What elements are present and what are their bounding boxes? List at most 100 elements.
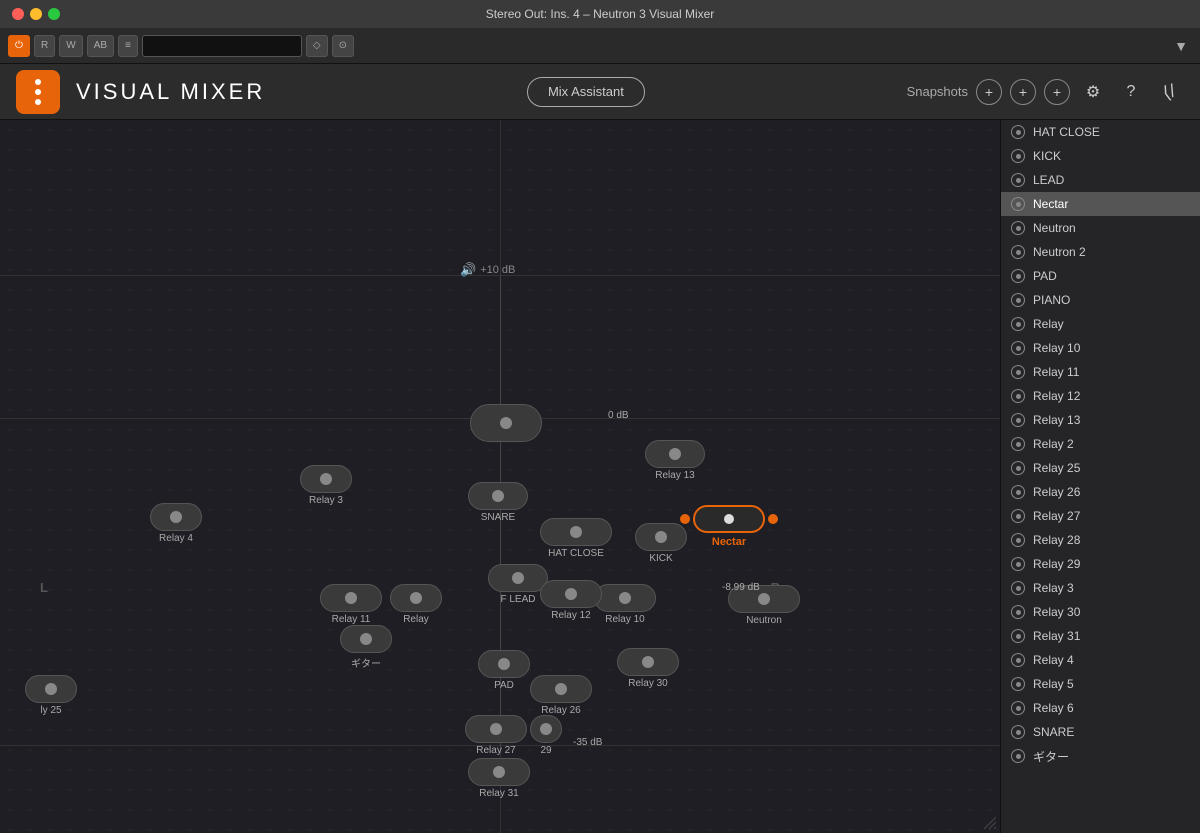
channel-pill-relay3[interactable] (300, 465, 352, 493)
channel-snare[interactable]: SNARE (468, 482, 528, 523)
channel-list-item-relay3-item[interactable]: Relay 3 (1001, 576, 1200, 600)
channel-pill-relay11[interactable] (320, 584, 382, 612)
channel-label-snare: SNARE (481, 512, 515, 523)
channel-relay[interactable]: Relay (390, 584, 442, 625)
channel-list-item-relay29-item[interactable]: Relay 29 (1001, 552, 1200, 576)
channel-relay31[interactable]: Relay 31 (468, 758, 530, 799)
channel-relay12[interactable]: Relay 12 (540, 580, 602, 621)
channel-pill-relay26[interactable] (530, 675, 592, 703)
channel-list-item-piano-item[interactable]: PIANO (1001, 288, 1200, 312)
channel-list-item-guitar-item[interactable]: ギター (1001, 744, 1200, 768)
channel-list-item-relay-item[interactable]: Relay (1001, 312, 1200, 336)
channel-relay11[interactable]: Relay 11 (320, 584, 382, 625)
channel-list-item-neutron2-item[interactable]: Neutron 2 (1001, 240, 1200, 264)
rw-btn[interactable]: W (59, 35, 82, 57)
channel-list-item-neutron-item[interactable]: Neutron (1001, 216, 1200, 240)
channel-dot-relay25 (45, 683, 57, 695)
record-btn[interactable]: R (34, 35, 55, 57)
nectar-pill[interactable] (693, 505, 765, 533)
channel-list-item-hat-close-item[interactable]: HAT CLOSE (1001, 120, 1200, 144)
expand-btn[interactable]: ▼ (1170, 35, 1192, 57)
settings-btn[interactable]: ⚙ (1078, 77, 1108, 107)
channel-relay27[interactable]: Relay 27 (465, 715, 527, 756)
channel-list-item-relay6-item[interactable]: Relay 6 (1001, 696, 1200, 720)
channel-list-item-relay4-item[interactable]: Relay 4 (1001, 648, 1200, 672)
channel-f-lead[interactable]: F LEAD (488, 564, 548, 605)
channel-pill-relay4[interactable] (150, 503, 202, 531)
channel-pill-hat-close[interactable] (540, 518, 612, 546)
tuner-btn[interactable]: ⟨/ (1150, 72, 1188, 110)
channel-relay4[interactable]: Relay 4 (150, 503, 202, 544)
channel-list-item-relay12-item[interactable]: Relay 12 (1001, 384, 1200, 408)
channel-pill-relay31[interactable] (468, 758, 530, 786)
mix-assistant-button[interactable]: Mix Assistant (527, 77, 645, 107)
channel-list-item-relay27-item[interactable]: Relay 27 (1001, 504, 1200, 528)
channel-relay3[interactable]: Relay 3 (300, 465, 352, 506)
ab-btn[interactable]: AB (87, 35, 114, 57)
channel-list-item-relay26-item[interactable]: Relay 26 (1001, 480, 1200, 504)
channel-pill-relay27[interactable] (465, 715, 527, 743)
channel-guitar[interactable]: ギター (340, 625, 392, 670)
channel-pill-relay30[interactable] (617, 648, 679, 676)
channel-name-lead-item: LEAD (1033, 173, 1064, 187)
channel-relay13[interactable]: Relay 13 (645, 440, 705, 481)
nectar-node[interactable]: Nectar (680, 505, 778, 548)
channel-pill-relay25[interactable] (25, 675, 77, 703)
channel-pill-snare[interactable] (468, 482, 528, 510)
snap-btn-3[interactable]: + (1044, 79, 1070, 105)
preset-input[interactable] (142, 35, 302, 57)
camera-btn[interactable]: ⊙ (332, 35, 354, 57)
channel-list-item-snare-item[interactable]: SNARE (1001, 720, 1200, 744)
mixer-canvas[interactable]: 🔊 +10 dB 0 dB -35 dB 🔇 -60 dB L R Relay … (0, 120, 1000, 833)
power-button[interactable]: ⏻ (8, 35, 30, 57)
channel-list-item-lead-item[interactable]: LEAD (1001, 168, 1200, 192)
channel-list-item-relay10-item[interactable]: Relay 10 (1001, 336, 1200, 360)
maximize-button[interactable] (48, 8, 60, 20)
channel-list-item-nectar-item[interactable]: Nectar (1001, 192, 1200, 216)
help-btn[interactable]: ? (1116, 77, 1146, 107)
channel-list-item-relay30-item[interactable]: Relay 30 (1001, 600, 1200, 624)
arrow-btn[interactable]: ◇ (306, 35, 328, 57)
toolbar: ⏻ R W AB ≡ ◇ ⊙ ▼ (0, 28, 1200, 64)
channel-relay10[interactable]: Relay 10 (594, 584, 656, 625)
channel-pill-relay12[interactable] (540, 580, 602, 608)
channel-hat-close[interactable]: HAT CLOSE (540, 518, 612, 559)
eye-icon-snare-item (1011, 725, 1025, 739)
channel-list-item-relay28-item[interactable]: Relay 28 (1001, 528, 1200, 552)
eye-icon-relay5-item (1011, 677, 1025, 691)
snap-btn-2[interactable]: + (1010, 79, 1036, 105)
channel-list-item-relay25-item[interactable]: Relay 25 (1001, 456, 1200, 480)
compare-btn[interactable]: ≡ (118, 35, 138, 57)
header-right: Snapshots + + + ⚙ ? ⟨/ (907, 77, 1184, 107)
channel-pad[interactable]: PAD (478, 650, 530, 691)
channel-pill-bignode[interactable] (470, 404, 542, 442)
channel-dot-relay4 (170, 511, 182, 523)
channel-dot-relay11 (345, 592, 357, 604)
channel-relay29[interactable]: 29 (530, 715, 562, 756)
channel-relay26[interactable]: Relay 26 (530, 675, 592, 716)
channel-list-item-relay11-item[interactable]: Relay 11 (1001, 360, 1200, 384)
minimize-button[interactable] (30, 8, 42, 20)
nectar-handle-right (768, 514, 778, 524)
snap-btn-1[interactable]: + (976, 79, 1002, 105)
eye-icon-guitar-item (1011, 749, 1025, 763)
channel-list-item-kick-item[interactable]: KICK (1001, 144, 1200, 168)
channel-pill-f-lead[interactable] (488, 564, 548, 592)
channel-relay25[interactable]: ly 25 (25, 675, 77, 716)
close-button[interactable] (12, 8, 24, 20)
channel-relay30[interactable]: Relay 30 (617, 648, 679, 689)
channel-bignode[interactable] (470, 404, 542, 442)
channel-pill-relay13[interactable] (645, 440, 705, 468)
channel-pill-relay[interactable] (390, 584, 442, 612)
channel-pill-pad[interactable] (478, 650, 530, 678)
channel-pill-relay10[interactable] (594, 584, 656, 612)
channel-list-item-relay13-item[interactable]: Relay 13 (1001, 408, 1200, 432)
channel-list-item-pad-item[interactable]: PAD (1001, 264, 1200, 288)
channel-list-item-relay5-item[interactable]: Relay 5 (1001, 672, 1200, 696)
resize-handle[interactable] (984, 817, 996, 829)
channel-pill-relay29[interactable] (530, 715, 562, 743)
channel-list-item-relay31-item[interactable]: Relay 31 (1001, 624, 1200, 648)
eye-icon-neutron-item (1011, 221, 1025, 235)
channel-list-item-relay2-item[interactable]: Relay 2 (1001, 432, 1200, 456)
channel-pill-guitar[interactable] (340, 625, 392, 653)
